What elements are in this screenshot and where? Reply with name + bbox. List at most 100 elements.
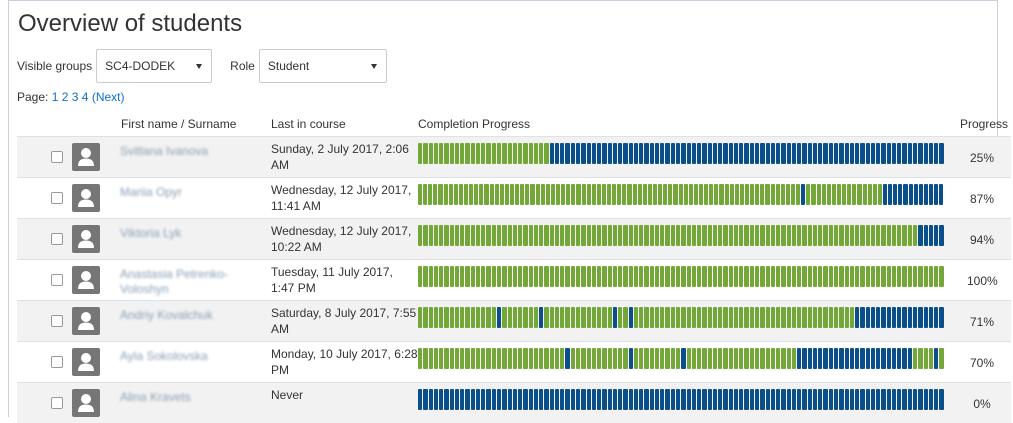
activity-complete-cell[interactable] xyxy=(786,307,791,328)
activity-complete-cell[interactable] xyxy=(575,266,581,287)
activity-complete-cell[interactable] xyxy=(496,225,502,246)
activity-incomplete-cell[interactable] xyxy=(912,143,918,164)
activity-complete-cell[interactable] xyxy=(539,143,544,164)
activity-complete-cell[interactable] xyxy=(623,348,628,369)
activity-complete-cell[interactable] xyxy=(499,184,504,205)
activity-complete-cell[interactable] xyxy=(649,348,654,369)
activity-complete-cell[interactable] xyxy=(818,307,823,328)
activity-complete-cell[interactable] xyxy=(876,225,881,246)
activity-complete-cell[interactable] xyxy=(439,307,444,328)
activity-complete-cell[interactable] xyxy=(860,225,865,246)
activity-incomplete-cell[interactable] xyxy=(786,143,791,164)
activity-complete-cell[interactable] xyxy=(484,184,489,205)
activity-complete-cell[interactable] xyxy=(470,307,475,328)
activity-complete-cell[interactable] xyxy=(617,184,622,205)
activity-complete-cell[interactable] xyxy=(449,307,454,328)
activity-complete-cell[interactable] xyxy=(765,307,770,328)
activity-incomplete-cell[interactable] xyxy=(423,389,428,410)
activity-incomplete-cell[interactable] xyxy=(481,389,486,410)
activity-complete-cell[interactable] xyxy=(776,225,781,246)
activity-complete-cell[interactable] xyxy=(439,143,444,164)
activity-complete-cell[interactable] xyxy=(796,184,801,205)
activity-incomplete-cell[interactable] xyxy=(928,307,934,328)
activity-complete-cell[interactable] xyxy=(418,307,423,328)
activity-complete-cell[interactable] xyxy=(586,307,591,328)
activity-incomplete-cell[interactable] xyxy=(812,389,818,410)
activity-incomplete-cell[interactable] xyxy=(475,389,481,410)
activity-complete-cell[interactable] xyxy=(842,184,847,205)
activity-incomplete-cell[interactable] xyxy=(886,143,891,164)
activity-complete-cell[interactable] xyxy=(533,266,539,287)
activity-complete-cell[interactable] xyxy=(749,225,754,246)
activity-complete-cell[interactable] xyxy=(647,184,653,205)
activity-complete-cell[interactable] xyxy=(649,307,654,328)
activity-complete-cell[interactable] xyxy=(923,348,928,369)
activity-incomplete-cell[interactable] xyxy=(928,225,934,246)
activity-incomplete-cell[interactable] xyxy=(876,143,881,164)
activity-complete-cell[interactable] xyxy=(460,143,465,164)
activity-complete-cell[interactable] xyxy=(554,266,560,287)
activity-complete-cell[interactable] xyxy=(491,143,496,164)
activity-complete-cell[interactable] xyxy=(812,307,818,328)
activity-complete-cell[interactable] xyxy=(528,348,533,369)
activity-complete-cell[interactable] xyxy=(897,225,902,246)
activity-incomplete-cell[interactable] xyxy=(939,389,944,410)
activity-incomplete-cell[interactable] xyxy=(712,143,718,164)
activity-complete-cell[interactable] xyxy=(849,307,855,328)
activity-complete-cell[interactable] xyxy=(862,184,867,205)
activity-incomplete-cell[interactable] xyxy=(802,389,807,410)
activity-incomplete-cell[interactable] xyxy=(591,389,597,410)
activity-complete-cell[interactable] xyxy=(686,348,691,369)
activity-complete-cell[interactable] xyxy=(849,266,855,287)
activity-complete-cell[interactable] xyxy=(639,225,644,246)
activity-incomplete-cell[interactable] xyxy=(628,307,633,328)
activity-incomplete-cell[interactable] xyxy=(928,143,934,164)
column-header-name[interactable]: First name / Surname xyxy=(121,117,236,131)
activity-complete-cell[interactable] xyxy=(502,348,507,369)
activity-complete-cell[interactable] xyxy=(886,266,891,287)
activity-complete-cell[interactable] xyxy=(806,184,811,205)
activity-complete-cell[interactable] xyxy=(739,348,744,369)
activity-incomplete-cell[interactable] xyxy=(418,389,423,410)
avatar[interactable] xyxy=(72,348,100,376)
activity-complete-cell[interactable] xyxy=(681,225,686,246)
activity-incomplete-cell[interactable] xyxy=(797,389,802,410)
activity-incomplete-cell[interactable] xyxy=(575,143,581,164)
activity-complete-cell[interactable] xyxy=(639,307,644,328)
activity-complete-cell[interactable] xyxy=(607,225,612,246)
activity-complete-cell[interactable] xyxy=(439,266,444,287)
activity-complete-cell[interactable] xyxy=(602,307,607,328)
activity-incomplete-cell[interactable] xyxy=(828,348,833,369)
activity-complete-cell[interactable] xyxy=(775,184,780,205)
activity-complete-cell[interactable] xyxy=(502,225,507,246)
activity-complete-cell[interactable] xyxy=(852,184,857,205)
activity-incomplete-cell[interactable] xyxy=(618,143,623,164)
activity-complete-cell[interactable] xyxy=(581,348,586,369)
activity-complete-cell[interactable] xyxy=(865,266,870,287)
activity-incomplete-cell[interactable] xyxy=(907,143,912,164)
activity-complete-cell[interactable] xyxy=(712,266,718,287)
activity-complete-cell[interactable] xyxy=(812,266,818,287)
activity-complete-cell[interactable] xyxy=(428,266,433,287)
activity-complete-cell[interactable] xyxy=(886,225,891,246)
activity-complete-cell[interactable] xyxy=(857,184,862,205)
activity-complete-cell[interactable] xyxy=(670,225,676,246)
column-header-last[interactable]: Last in course xyxy=(271,117,346,131)
activity-complete-cell[interactable] xyxy=(739,225,744,246)
activity-complete-cell[interactable] xyxy=(912,266,918,287)
avatar[interactable] xyxy=(72,143,100,171)
activity-complete-cell[interactable] xyxy=(560,266,565,287)
activity-incomplete-cell[interactable] xyxy=(833,143,839,164)
activity-complete-cell[interactable] xyxy=(560,225,565,246)
activity-complete-cell[interactable] xyxy=(733,348,739,369)
activity-incomplete-cell[interactable] xyxy=(781,143,786,164)
activity-incomplete-cell[interactable] xyxy=(691,143,697,164)
student-name-link[interactable]: Mariia Opyr xyxy=(120,185,265,200)
activity-complete-cell[interactable] xyxy=(633,266,639,287)
activity-incomplete-cell[interactable] xyxy=(560,389,565,410)
activity-complete-cell[interactable] xyxy=(570,225,575,246)
activity-incomplete-cell[interactable] xyxy=(812,143,818,164)
activity-complete-cell[interactable] xyxy=(823,225,828,246)
activity-incomplete-cell[interactable] xyxy=(893,184,898,205)
activity-complete-cell[interactable] xyxy=(544,225,549,246)
